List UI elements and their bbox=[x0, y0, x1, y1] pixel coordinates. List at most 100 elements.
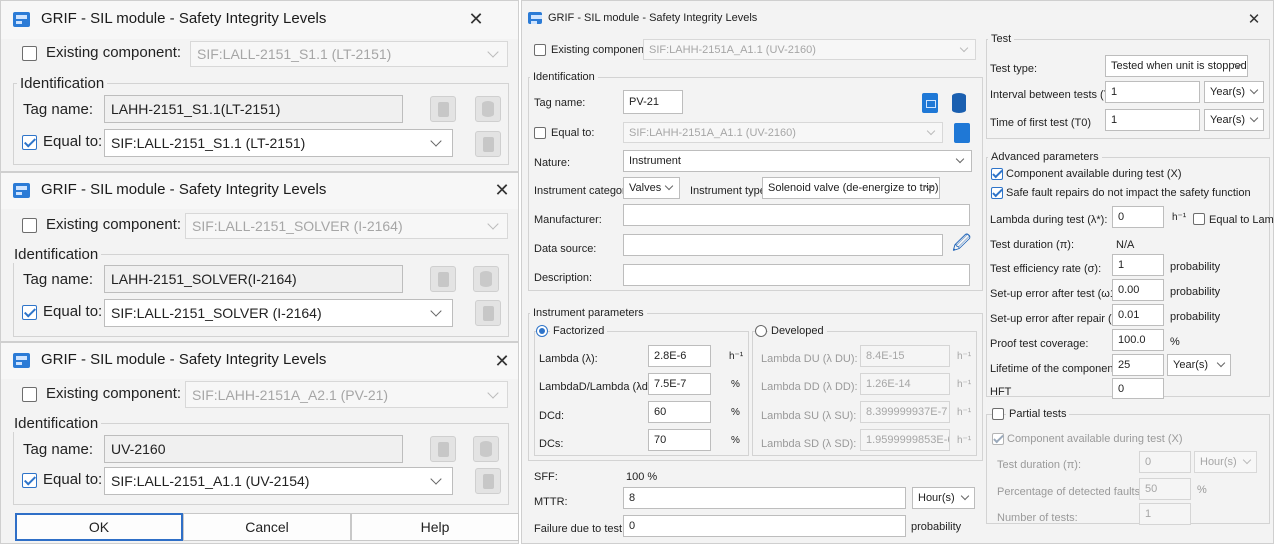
lambda-sd-value: 1.9599999853E-6 bbox=[866, 434, 950, 446]
lambda-su-input[interactable]: 8.399999937E-7 bbox=[860, 401, 950, 423]
cancel-button[interactable]: Cancel bbox=[183, 513, 351, 541]
copy-icon[interactable] bbox=[954, 123, 970, 143]
tag-generate-icon[interactable] bbox=[922, 93, 938, 113]
lifetime-label: Lifetime of the component: bbox=[990, 363, 1120, 375]
developed-radio[interactable] bbox=[755, 325, 767, 337]
first-test-t0-unit-select[interactable]: Year(s) bbox=[1204, 109, 1264, 131]
lambdad-input[interactable]: 7.5E-7 bbox=[648, 373, 711, 395]
partial-test-duration-input[interactable]: 0 bbox=[1139, 451, 1191, 473]
existing-component-select[interactable]: SIF:LAHH-2151A_A2.1 (PV-21) bbox=[185, 381, 508, 408]
hft-input[interactable]: 0 bbox=[1112, 378, 1164, 399]
tag-generate-icon[interactable] bbox=[430, 436, 456, 462]
instrument-category-select[interactable]: Valves bbox=[623, 177, 680, 199]
equal-to-checkbox[interactable] bbox=[534, 127, 546, 139]
test-type-select[interactable]: Tested when unit is stopped bbox=[1105, 55, 1248, 77]
lambda-du-input[interactable]: 8.4E-15 bbox=[860, 345, 950, 367]
safe-fault-checkbox[interactable] bbox=[991, 187, 1003, 199]
description-input[interactable] bbox=[623, 264, 970, 286]
existing-component-checkbox[interactable] bbox=[534, 44, 546, 56]
lifetime-input[interactable]: 25 bbox=[1112, 354, 1164, 376]
close-icon[interactable]: ✕ bbox=[466, 9, 486, 30]
existing-component-select[interactable]: SIF:LALL-2151_S1.1 (LT-2151) bbox=[190, 41, 508, 67]
lambda-sd-input[interactable]: 1.9599999853E-6 bbox=[860, 429, 950, 451]
ok-button[interactable]: OK bbox=[15, 513, 183, 541]
mttr-input[interactable]: 8 bbox=[623, 487, 906, 509]
interval-t1-input[interactable]: 1 bbox=[1105, 81, 1200, 103]
equal-to-copy-icon[interactable] bbox=[475, 468, 501, 494]
mttr-unit-select[interactable]: Hour(s) bbox=[912, 487, 975, 509]
hft-label: HFT bbox=[990, 386, 1012, 398]
lambda-input[interactable]: 2.8E-6 bbox=[648, 345, 711, 367]
first-test-t0-input[interactable]: 1 bbox=[1105, 109, 1200, 131]
help-button[interactable]: Help bbox=[351, 513, 519, 541]
equal-to-select[interactable]: SIF:LALL-2151_A1.1 (UV-2154) bbox=[104, 467, 453, 495]
partial-available-checkbox[interactable] bbox=[992, 433, 1004, 445]
tag-generate-icon[interactable] bbox=[430, 96, 456, 122]
tag-generate-icon[interactable] bbox=[430, 266, 456, 292]
lambda-dd-unit: h⁻¹ bbox=[957, 379, 972, 390]
database-icon[interactable] bbox=[473, 266, 499, 292]
database-icon[interactable] bbox=[475, 96, 501, 122]
equal-to-select[interactable]: SIF:LALL-2151_S1.1 (LT-2151) bbox=[104, 129, 453, 157]
factorized-radio[interactable] bbox=[536, 325, 548, 337]
lambda-du-unit: h⁻¹ bbox=[957, 351, 972, 362]
lambdad-value: 7.5E-7 bbox=[654, 378, 687, 390]
lambda-dd-input[interactable]: 1.26E-14 bbox=[860, 373, 950, 395]
identification-title: Identification bbox=[530, 71, 598, 83]
interval-t1-unit-select[interactable]: Year(s) bbox=[1204, 81, 1264, 103]
dialog-1-titlebar: GRIF - SIL module - Safety Integrity Lev… bbox=[1, 1, 518, 39]
tag-name-input[interactable]: LAHH-2151_SOLVER(I-2164) bbox=[104, 265, 403, 293]
dialog-3: GRIF - SIL module - Safety Integrity Lev… bbox=[0, 342, 519, 544]
partial-test-duration-value: 0 bbox=[1145, 456, 1152, 468]
data-source-input[interactable] bbox=[623, 234, 943, 256]
equal-to-label: Equal to: bbox=[43, 303, 103, 320]
test-efficiency-input[interactable]: 1 bbox=[1112, 254, 1164, 276]
equal-to-lambda-checkbox[interactable] bbox=[1193, 213, 1205, 225]
database-icon[interactable] bbox=[952, 93, 966, 113]
equal-to-copy-icon[interactable] bbox=[475, 300, 501, 326]
equal-to-checkbox[interactable] bbox=[22, 305, 37, 320]
lambda-du-label: Lambda DU (λ DU): bbox=[761, 353, 858, 365]
manufacturer-input[interactable] bbox=[623, 204, 970, 226]
instrument-type-select[interactable]: Solenoid valve (de-energize to trip) bbox=[762, 177, 940, 199]
existing-component-checkbox[interactable] bbox=[22, 46, 37, 61]
equal-to-select[interactable]: SIF:LAHH-2151A_A1.1 (UV-2160) bbox=[623, 122, 943, 143]
equal-to-checkbox[interactable] bbox=[22, 135, 37, 150]
attach-icon[interactable]: 🖉 bbox=[952, 231, 971, 261]
equal-to-select[interactable]: SIF:LALL-2151_SOLVER (I-2164) bbox=[104, 299, 453, 327]
nature-select[interactable]: Instrument bbox=[623, 150, 972, 172]
number-of-tests-input[interactable]: 1 bbox=[1139, 503, 1191, 525]
detected-faults-value: 50 bbox=[1145, 483, 1158, 495]
lambda-su-unit: h⁻¹ bbox=[957, 407, 972, 418]
tag-name-input[interactable]: UV-2160 bbox=[104, 435, 403, 463]
dcd-input[interactable]: 60 bbox=[648, 401, 711, 423]
close-icon[interactable]: ✕ bbox=[492, 180, 512, 201]
setup-error-test-input[interactable]: 0.00 bbox=[1112, 279, 1164, 301]
partial-test-duration-label: Test duration (π): bbox=[997, 459, 1082, 471]
detected-faults-input[interactable]: 50 bbox=[1139, 478, 1191, 500]
equal-to-copy-icon[interactable] bbox=[475, 131, 501, 157]
partial-tests-checkbox[interactable] bbox=[992, 408, 1004, 420]
tag-name-input[interactable]: LAHH-2151_S1.1(LT-2151) bbox=[104, 95, 403, 123]
equal-to-lambda-label: Equal to Lambda bbox=[1209, 214, 1274, 226]
database-icon[interactable] bbox=[473, 436, 499, 462]
existing-component-select[interactable]: SIF:LAHH-2151A_A1.1 (UV-2160) bbox=[643, 39, 976, 60]
app-icon bbox=[13, 183, 30, 198]
component-available-checkbox[interactable] bbox=[991, 168, 1003, 180]
tag-name-input[interactable]: PV-21 bbox=[623, 90, 683, 114]
mttr-value: 8 bbox=[629, 492, 636, 504]
dcs-input[interactable]: 70 bbox=[648, 429, 711, 451]
existing-component-select[interactable]: SIF:LALL-2151_SOLVER (I-2164) bbox=[185, 213, 508, 239]
equal-to-checkbox[interactable] bbox=[22, 473, 37, 488]
close-icon[interactable]: ✕ bbox=[1244, 10, 1264, 28]
partial-test-duration-unit-select[interactable]: Hour(s) bbox=[1194, 451, 1257, 473]
existing-component-checkbox[interactable] bbox=[22, 218, 37, 233]
existing-component-checkbox[interactable] bbox=[22, 387, 37, 402]
setup-error-repair-input[interactable]: 0.01 bbox=[1112, 304, 1164, 326]
proof-test-coverage-input[interactable]: 100.0 bbox=[1112, 329, 1164, 351]
tag-name-label: Tag name: bbox=[534, 97, 586, 109]
lambda-during-test-input[interactable]: 0 bbox=[1112, 206, 1164, 228]
lifetime-unit-select[interactable]: Year(s) bbox=[1167, 354, 1231, 376]
close-icon[interactable]: ✕ bbox=[492, 351, 512, 372]
failure-test-input[interactable]: 0 bbox=[623, 515, 906, 537]
